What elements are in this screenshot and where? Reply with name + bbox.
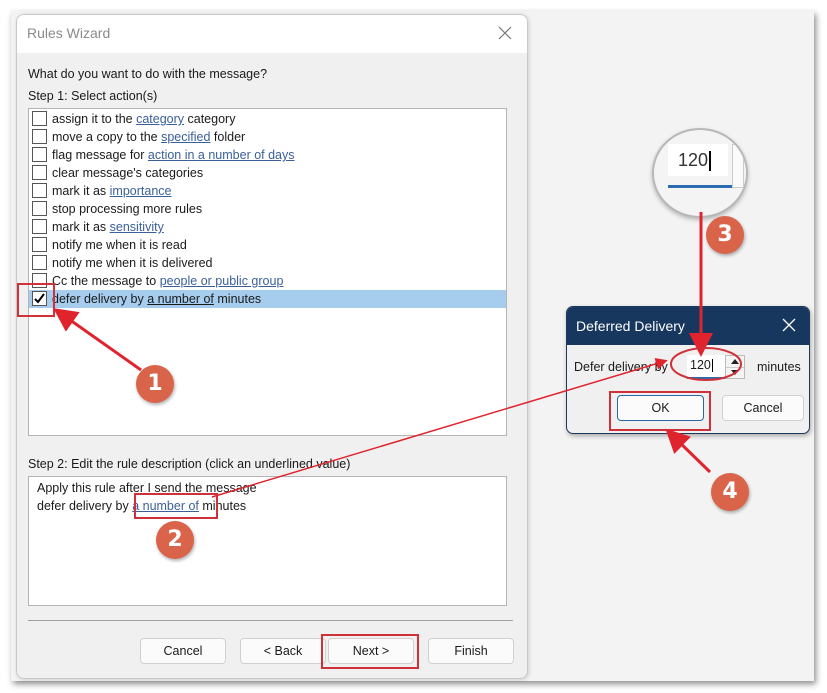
zoom-magnifier: 120: [652, 128, 748, 218]
question-label: What do you want to do with the message?: [28, 67, 268, 81]
step-badge-4: 4: [711, 473, 749, 511]
action-value-link[interactable]: sensitivity: [110, 220, 164, 234]
action-label: assign it to the category category: [52, 110, 235, 128]
rules-wizard-dialog: Rules Wizard What do you want to do with…: [16, 14, 528, 679]
action-text: notify me when it is delivered: [52, 256, 213, 270]
action-item[interactable]: mark it as sensitivity: [29, 218, 506, 236]
minutes-unit-label: minutes: [757, 360, 801, 374]
title-bar: Rules Wizard: [17, 15, 527, 53]
action-checkbox[interactable]: [32, 129, 47, 144]
action-label: stop processing more rules: [52, 200, 202, 218]
action-item[interactable]: clear message's categories: [29, 164, 506, 182]
description-text: defer delivery by: [37, 499, 133, 513]
close-icon[interactable]: [781, 317, 797, 333]
action-label: Cc the message to people or public group: [52, 272, 283, 290]
action-label: defer delivery by a number of minutes: [52, 290, 261, 308]
action-checkbox[interactable]: [32, 165, 47, 180]
action-item[interactable]: notify me when it is delivered: [29, 254, 506, 272]
cancel-button[interactable]: Cancel: [140, 638, 226, 664]
action-item[interactable]: notify me when it is read: [29, 236, 506, 254]
action-label: mark it as sensitivity: [52, 218, 164, 236]
minutes-value: 120: [690, 358, 711, 372]
action-item[interactable]: Cc the message to people or public group: [29, 272, 506, 290]
arrow-down-icon: [731, 370, 739, 375]
action-text: move a copy to the: [52, 130, 162, 144]
action-checkbox[interactable]: [32, 111, 47, 126]
step-badge-1: 1: [136, 365, 174, 403]
highlight-ok-button: [609, 391, 711, 431]
action-label: mark it as importance: [52, 182, 172, 200]
action-item[interactable]: defer delivery by a number of minutes: [29, 290, 506, 308]
magnified-spinner: [732, 144, 744, 188]
action-item[interactable]: mark it as importance: [29, 182, 506, 200]
action-label: notify me when it is delivered: [52, 254, 213, 272]
focus-underline: [668, 185, 732, 188]
dialog-title: Deferred Delivery: [576, 318, 685, 334]
divider: [28, 620, 513, 621]
action-text: clear message's categories: [52, 166, 204, 180]
action-checkbox[interactable]: [32, 183, 47, 198]
action-item[interactable]: flag message for action in a number of d…: [29, 146, 506, 164]
action-value-link[interactable]: importance: [110, 184, 172, 198]
action-checkbox[interactable]: [32, 237, 47, 252]
action-text: flag message for: [52, 148, 148, 162]
highlight-link: [134, 493, 218, 519]
action-text: assign it to the: [52, 112, 137, 126]
actions-list: assign it to the category category move a…: [28, 108, 507, 436]
action-item[interactable]: stop processing more rules: [29, 200, 506, 218]
magnified-input: 120: [668, 144, 728, 176]
minutes-spinner: [725, 355, 745, 379]
step1-label: Step 1: Select action(s): [28, 89, 158, 103]
arrow-up-icon: [731, 359, 739, 364]
action-value-link[interactable]: specified: [161, 130, 210, 144]
dialog-title: Rules Wizard: [27, 25, 111, 41]
magnified-value: 120: [678, 150, 711, 171]
rule-description-box: Apply this rule after I send the message…: [28, 476, 507, 606]
action-text: folder: [210, 130, 246, 144]
action-checkbox[interactable]: [32, 255, 47, 270]
step-badge-2: 2: [156, 521, 194, 559]
defer-label: Defer delivery by: [574, 360, 668, 374]
action-checkbox[interactable]: [32, 201, 47, 216]
step2-label: Step 2: Edit the rule description (click…: [28, 457, 351, 471]
action-label: flag message for action in a number of d…: [52, 146, 295, 164]
title-bar: Deferred Delivery: [567, 307, 809, 345]
action-text: mark it as: [52, 220, 110, 234]
action-text: notify me when it is read: [52, 238, 187, 252]
action-value-link[interactable]: people or public group: [160, 274, 284, 288]
action-text: Cc the message to: [52, 274, 160, 288]
spin-down-button[interactable]: [726, 367, 744, 378]
action-value-link[interactable]: action in a number of days: [148, 148, 295, 162]
action-item[interactable]: move a copy to the specified folder: [29, 128, 506, 146]
action-text: minutes: [213, 292, 262, 306]
action-checkbox[interactable]: [32, 219, 47, 234]
close-icon[interactable]: [495, 23, 515, 43]
action-label: move a copy to the specified folder: [52, 128, 245, 146]
highlight-checkbox: [17, 283, 55, 317]
cancel-button[interactable]: Cancel: [722, 395, 804, 421]
action-checkbox[interactable]: [32, 147, 47, 162]
action-text: mark it as: [52, 184, 110, 198]
finish-button[interactable]: Finish: [428, 638, 514, 664]
action-label: notify me when it is read: [52, 236, 187, 254]
action-value-link[interactable]: a number of: [147, 292, 214, 306]
highlight-next-button: [321, 634, 419, 669]
action-text: stop processing more rules: [52, 202, 203, 216]
action-item[interactable]: assign it to the category category: [29, 110, 506, 128]
action-text: defer delivery by: [52, 292, 148, 306]
step-badge-3: 3: [706, 216, 744, 254]
action-label: clear message's categories: [52, 164, 203, 182]
action-value-link[interactable]: category: [136, 112, 184, 126]
action-text: category: [184, 112, 236, 126]
back-button[interactable]: < Back: [240, 638, 326, 664]
